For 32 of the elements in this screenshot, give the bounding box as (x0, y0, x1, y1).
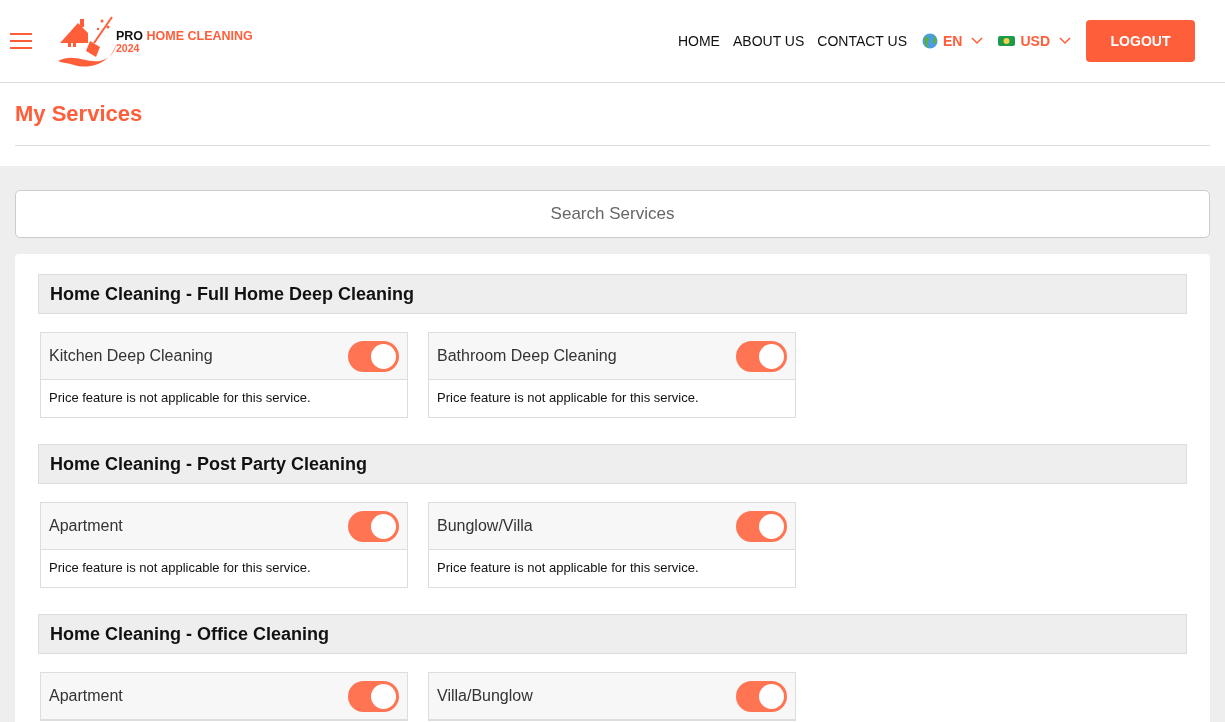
toggle-switch[interactable] (348, 510, 399, 542)
price-note: Price feature is not applicable for this service. (48, 559, 312, 577)
menu-icon (10, 32, 32, 50)
chevron-down-icon (971, 37, 984, 45)
search-field[interactable]: Search Services (15, 190, 1210, 238)
service-name: Villa/Bunglow (437, 687, 533, 705)
menu-button[interactable] (10, 32, 32, 50)
price-note: Price feature is not applicable for this service. (436, 389, 700, 407)
toggle-switch[interactable] (736, 680, 787, 712)
nav-link[interactable]: ABOUT US (732, 33, 805, 49)
globe-icon (922, 33, 938, 49)
toggle-switch[interactable] (348, 680, 399, 712)
group-heading: Home Cleaning - Full Home Deep Cleaning (38, 274, 1187, 314)
page-title: My Services (15, 83, 1210, 146)
price-note: Price feature is not applicable for this service. (48, 389, 312, 407)
service-name: Apartment (49, 687, 123, 705)
chevron-down-icon (1059, 37, 1071, 45)
nav-link[interactable]: CONTACT US (817, 33, 907, 49)
toggle-switch[interactable] (736, 510, 787, 542)
group-heading: Home Cleaning - Post Party Cleaning (38, 444, 1187, 484)
logo-wordmark: PRO HOME CLEANING (116, 28, 253, 43)
service-name: Kitchen Deep Cleaning (49, 347, 213, 365)
banknote-icon (998, 35, 1016, 47)
service-name: Apartment (49, 517, 123, 535)
service-name: Bathroom Deep Cleaning (437, 347, 617, 365)
toggle-switch[interactable] (348, 340, 399, 372)
logo-year: 2024 (116, 42, 141, 54)
nav-link[interactable]: HOME (677, 33, 720, 49)
service-name: Bunglow/Villa (437, 517, 533, 535)
group-heading: Home Cleaning - Office Cleaning (38, 614, 1187, 654)
price-note: Price feature is not applicable for this service. (436, 559, 700, 577)
toggle-switch[interactable] (736, 340, 787, 372)
